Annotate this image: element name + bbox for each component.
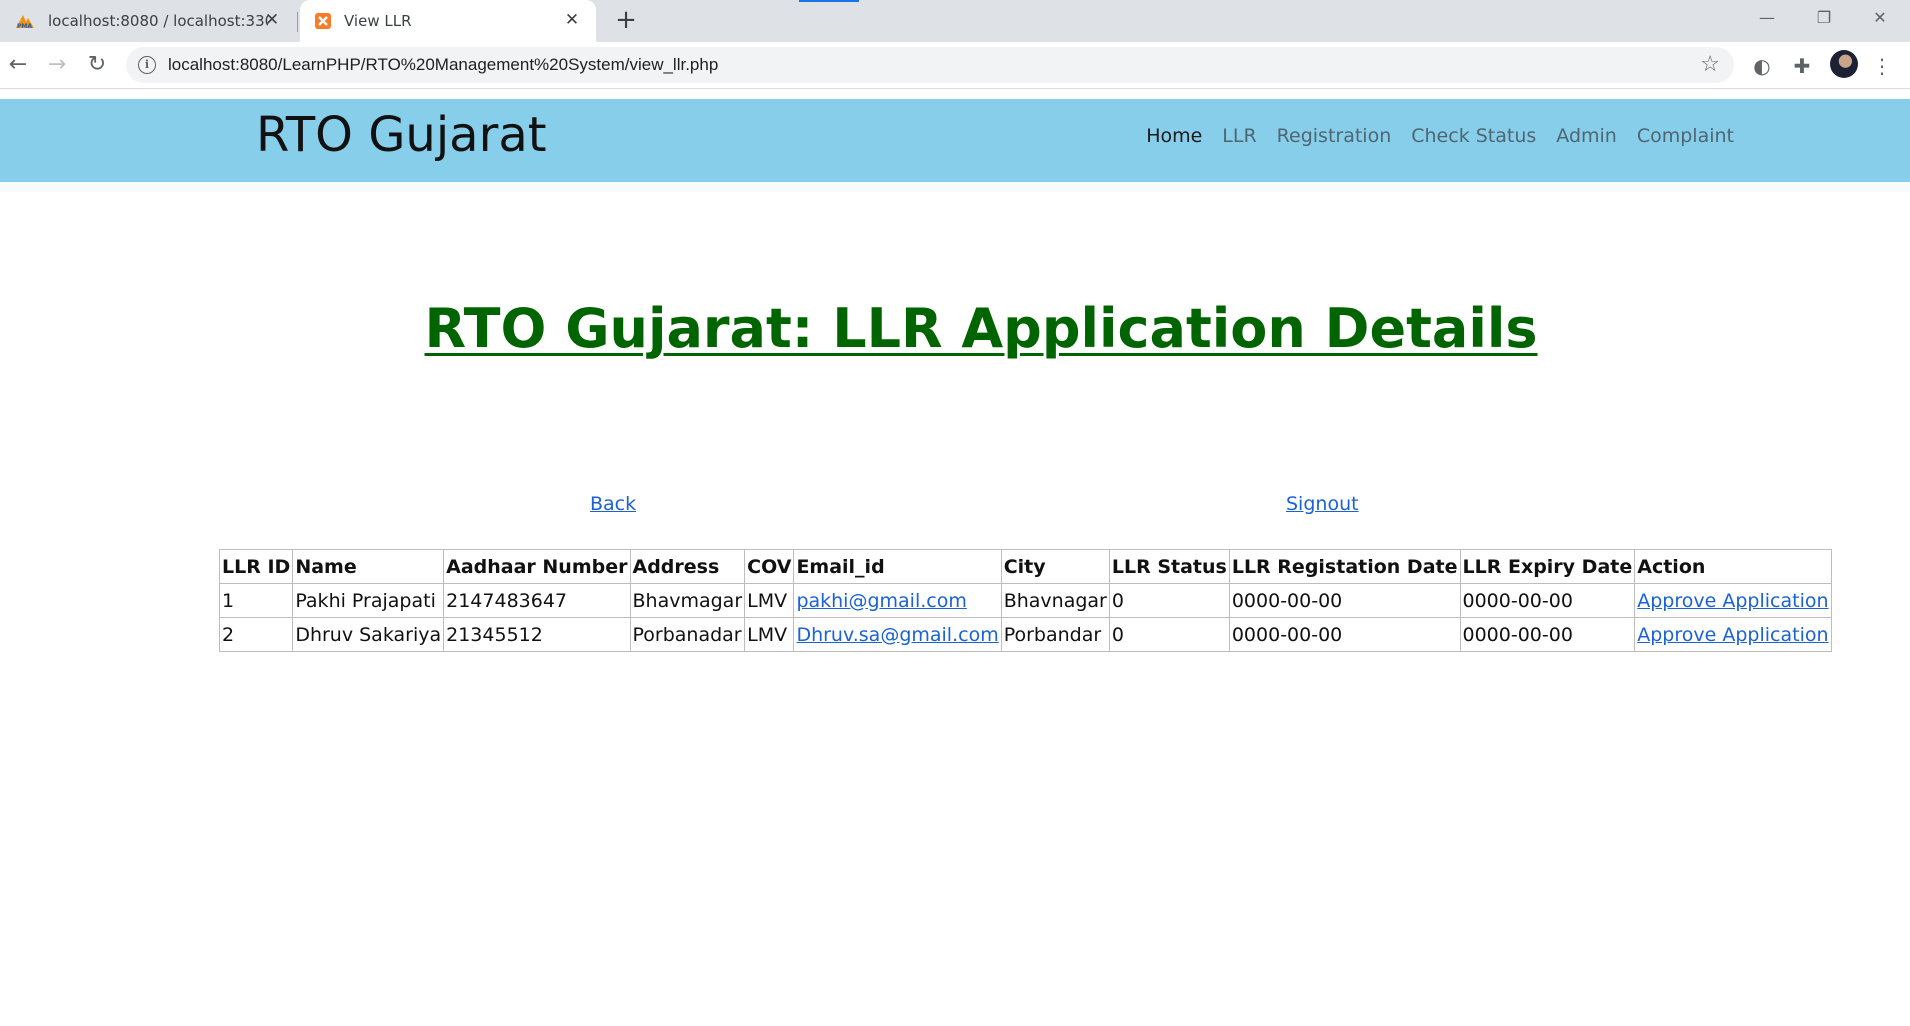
nav-admin[interactable]: Admin [1556, 125, 1617, 147]
avatar[interactable] [1830, 50, 1858, 78]
nav-complaint[interactable]: Complaint [1637, 125, 1734, 147]
menu-dots-icon[interactable]: ⋮ [1868, 52, 1896, 80]
col-llr-id: LLR ID [218, 549, 294, 584]
url-text[interactable]: localhost:8080/LearnPHP/RTO%20Management… [168, 55, 718, 75]
close-icon[interactable]: ✕ [562, 10, 582, 30]
col-action: Action [1634, 549, 1832, 584]
cell-llr-status: 0 [1108, 583, 1230, 618]
browser-tab-view-llr[interactable]: View LLR ✕ [300, 0, 596, 42]
reload-icon[interactable]: ↻ [82, 50, 112, 80]
cell-email: Dhruv.sa@gmail.com [793, 617, 1002, 652]
cell-aadhaar: 2147483647 [443, 583, 631, 618]
svg-text:PMA: PMA [17, 23, 32, 29]
email-link[interactable]: pakhi@gmail.com [796, 590, 966, 612]
nav-llr[interactable]: LLR [1222, 125, 1256, 147]
cell-city: Porbandar [1000, 617, 1110, 652]
cell-action: Approve Application [1634, 583, 1832, 618]
tab-loading-indicator [799, 0, 859, 2]
cell-aadhaar: 21345512 [443, 617, 631, 652]
cell-email: pakhi@gmail.com [793, 583, 1002, 618]
site-menu: Home LLR Registration Check Status Admin… [1126, 125, 1734, 147]
back-arrow-icon[interactable]: ← [3, 50, 33, 80]
approve-application-link[interactable]: Approve Application [1637, 624, 1828, 646]
cell-action: Approve Application [1634, 617, 1832, 652]
cell-expiry-date: 0000-00-00 [1459, 583, 1636, 618]
nav-check-status[interactable]: Check Status [1411, 125, 1536, 147]
col-expiry-date: LLR Expiry Date [1459, 549, 1636, 584]
cell-registration-date: 0000-00-00 [1228, 617, 1461, 652]
browser-tab-phpmyadmin[interactable]: PMA localhost:8080 / localhost:3306 / ✕ [0, 0, 296, 42]
cell-llr-id: 1 [218, 583, 294, 618]
col-aadhaar: Aadhaar Number [443, 549, 631, 584]
site-navbar: RTO Gujarat Home LLR Registration Check … [0, 99, 1910, 182]
new-tab-button[interactable]: + [612, 7, 640, 35]
cell-llr-status: 0 [1108, 617, 1230, 652]
cell-registration-date: 0000-00-00 [1228, 583, 1461, 618]
tab-title: localhost:8080 / localhost:3306 / [48, 12, 268, 30]
address-bar[interactable]: i localhost:8080/LearnPHP/RTO%20Manageme… [126, 47, 1734, 83]
cell-expiry-date: 0000-00-00 [1459, 617, 1636, 652]
cell-name: Pakhi Prajapati [292, 583, 445, 618]
col-city: City [1000, 549, 1110, 584]
col-cov: COV [744, 549, 795, 584]
navbar-shadow [0, 182, 1910, 192]
signout-link[interactable]: Signout [1286, 493, 1359, 515]
col-registration-date: LLR Registation Date [1228, 549, 1461, 584]
star-icon[interactable]: ☆ [1700, 52, 1720, 77]
forward-arrow-icon[interactable]: → [42, 50, 72, 80]
col-address: Address [629, 549, 746, 584]
cell-city: Bhavnagar [1000, 583, 1110, 618]
table-row: 1 Pakhi Prajapati 2147483647 Bhavmagar L… [218, 583, 1832, 618]
close-window-icon[interactable]: ✕ [1858, 6, 1902, 30]
cell-address: Bhavmagar [629, 583, 746, 618]
cell-cov: LMV [744, 617, 795, 652]
cell-cov: LMV [744, 583, 795, 618]
nav-registration[interactable]: Registration [1277, 125, 1392, 147]
browser-tabstrip: PMA localhost:8080 / localhost:3306 / ✕ … [0, 0, 1910, 42]
close-icon[interactable]: ✕ [262, 10, 282, 30]
approve-application-link[interactable]: Approve Application [1637, 590, 1828, 612]
browser-toolbar: ← → ↻ i localhost:8080/LearnPHP/RTO%20Ma… [0, 42, 1910, 88]
page-title: RTO Gujarat: LLR Application Details [424, 297, 1538, 360]
extension-circle-icon[interactable]: ◐ [1748, 52, 1776, 80]
cell-llr-id: 2 [218, 617, 294, 652]
nav-home[interactable]: Home [1146, 125, 1202, 147]
tab-title: View LLR [344, 12, 412, 30]
info-icon[interactable]: i [138, 56, 156, 74]
toolbar-divider [0, 88, 1910, 89]
phpmyadmin-icon: PMA [16, 15, 34, 29]
restore-icon[interactable]: ❐ [1802, 6, 1846, 30]
cell-name: Dhruv Sakariya [292, 617, 445, 652]
col-name: Name [292, 549, 445, 584]
tab-divider [297, 12, 298, 32]
email-link[interactable]: Dhruv.sa@gmail.com [796, 624, 998, 646]
cell-address: Porbanadar [629, 617, 746, 652]
back-link[interactable]: Back [590, 493, 636, 515]
col-email: Email_id [793, 549, 1002, 584]
site-brand[interactable]: RTO Gujarat [256, 107, 547, 163]
minimize-icon[interactable]: — [1745, 6, 1789, 30]
xampp-icon [315, 13, 331, 29]
llr-table: LLR ID Name Aadhaar Number Address COV E… [218, 549, 1832, 652]
puzzle-icon[interactable]: ✚ [1788, 52, 1816, 80]
col-llr-status: LLR Status [1108, 549, 1230, 584]
table-header-row: LLR ID Name Aadhaar Number Address COV E… [218, 549, 1832, 584]
table-row: 2 Dhruv Sakariya 21345512 Porbanadar LMV… [218, 617, 1832, 652]
